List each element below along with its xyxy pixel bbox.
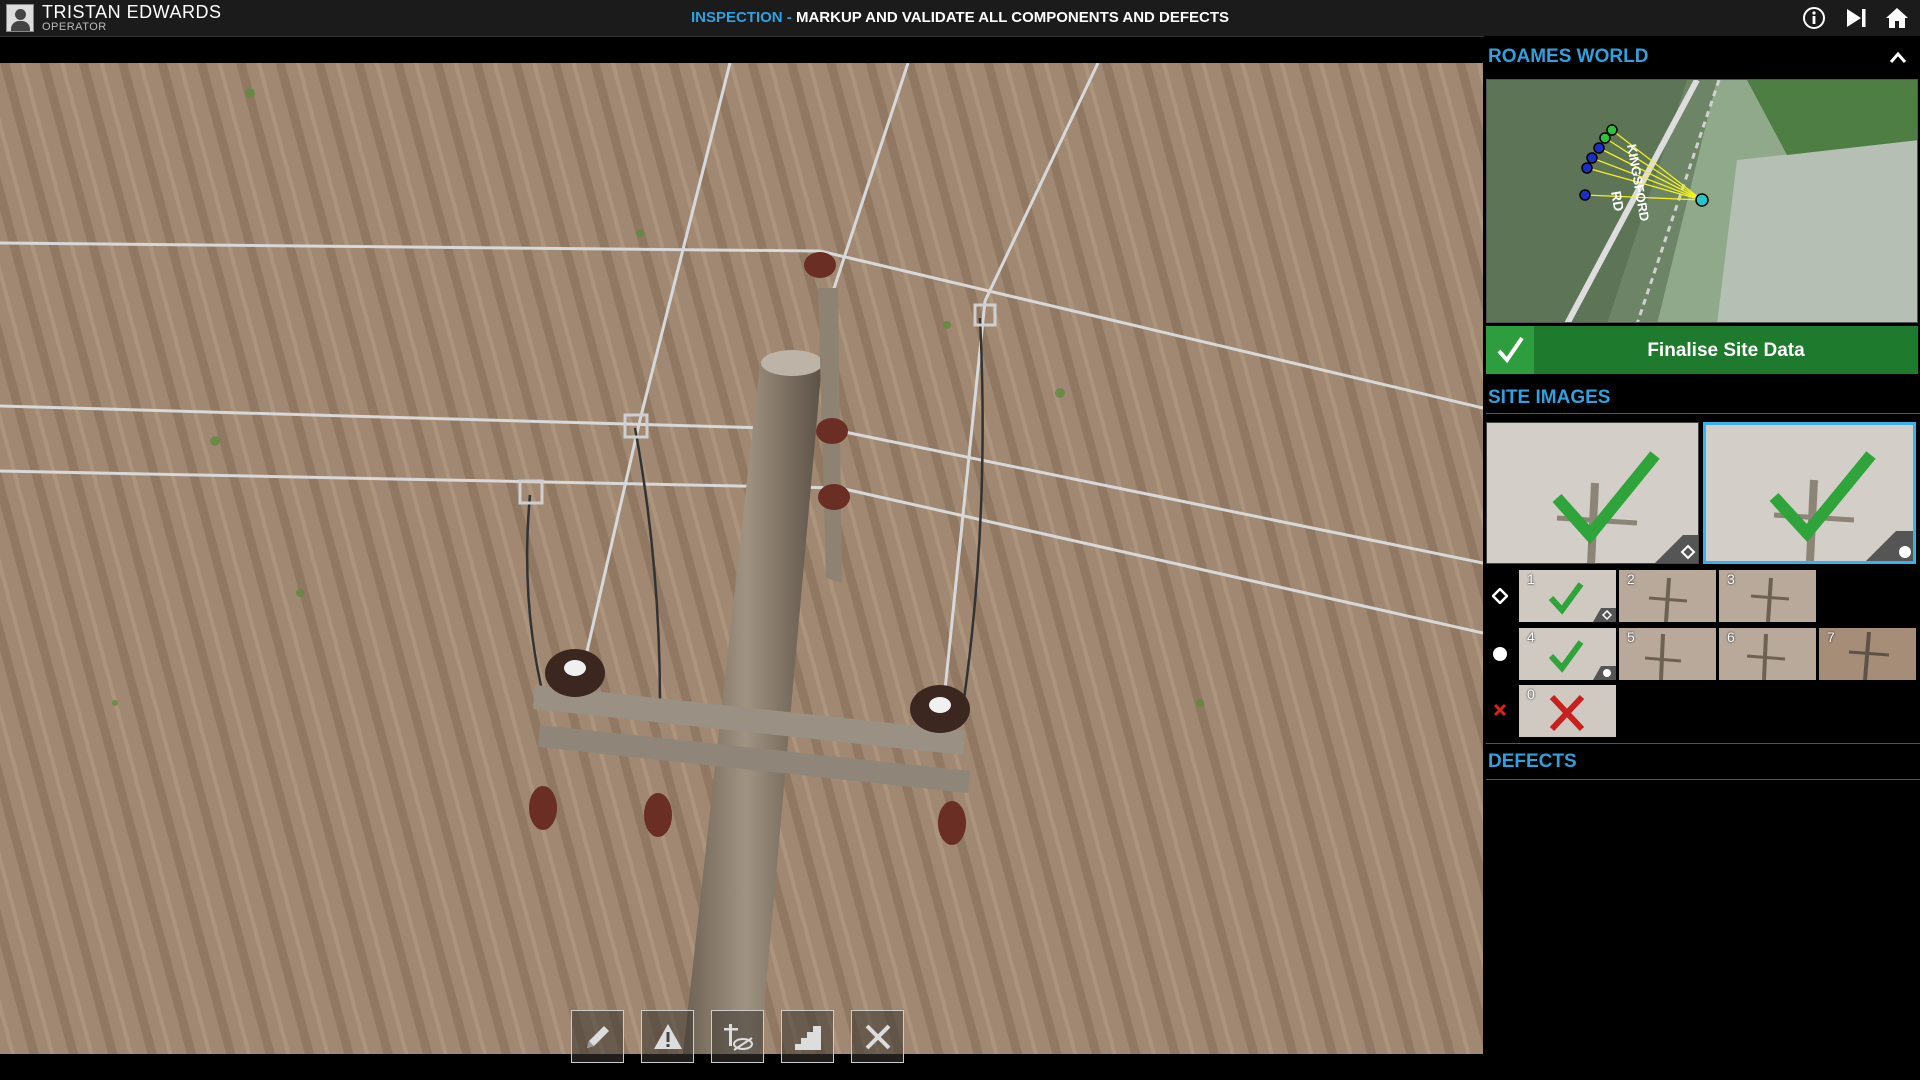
thumb-number: 0	[1527, 686, 1535, 702]
defect-tool-button[interactable]	[641, 1010, 694, 1063]
instruction-label: MARKUP AND VALIDATE ALL COMPONENTS AND D…	[795, 9, 1230, 26]
site-image-thumb-rejected[interactable]: 0	[1519, 685, 1616, 737]
roames-world-map[interactable]: KINGSFORD RD	[1486, 79, 1918, 323]
skip-next-icon[interactable]	[1843, 6, 1869, 30]
thumb-number: 1	[1527, 571, 1535, 587]
info-icon[interactable]	[1801, 6, 1827, 30]
home-icon[interactable]	[1884, 6, 1910, 30]
stairs-icon	[794, 1025, 821, 1050]
selected-image-diamond[interactable]	[1486, 422, 1699, 564]
finalise-site-data-button[interactable]: Finalise Site Data	[1486, 326, 1918, 374]
stairs-tool-button[interactable]	[781, 1010, 834, 1063]
diamond-marker-icon	[1491, 587, 1509, 605]
site-image-thumb[interactable]: 6	[1719, 628, 1816, 680]
defects-title: DEFECTS	[1488, 751, 1577, 772]
site-image-thumb[interactable]: 1	[1519, 570, 1616, 622]
site-image-thumb[interactable]: 2	[1619, 570, 1716, 622]
thumb-number: 2	[1627, 571, 1635, 587]
finalise-label: Finalise Site Data	[1647, 340, 1805, 361]
selected-image-circle[interactable]	[1703, 422, 1916, 564]
page-title: INSPECTION - MARKUP AND VALIDATE ALL COM…	[0, 9, 1920, 26]
inspection-image-viewer[interactable]	[0, 63, 1483, 1054]
warning-icon	[653, 1023, 682, 1049]
cross-marker-icon	[1492, 702, 1508, 718]
title-separator: -	[782, 9, 796, 26]
divider	[1486, 413, 1920, 414]
site-image-thumb[interactable]: 5	[1619, 628, 1716, 680]
hide-pole-tool-button[interactable]	[711, 1010, 764, 1063]
collapse-chevron-icon[interactable]	[1887, 48, 1909, 66]
site-image-thumb[interactable]: 4	[1519, 628, 1616, 680]
roames-world-title: ROAMES WORLD	[1488, 46, 1649, 67]
checkmark-icon	[1486, 326, 1534, 374]
mode-label: INSPECTION	[690, 9, 783, 26]
divider	[1486, 743, 1920, 744]
markup-toolbar	[571, 1010, 904, 1064]
close-icon	[865, 1024, 890, 1049]
close-tool-button[interactable]	[851, 1010, 904, 1063]
site-images-title: SITE IMAGES	[1488, 387, 1611, 408]
pole-hidden-icon	[723, 1023, 753, 1051]
pole-photo	[0, 63, 1483, 1054]
thumb-number: 7	[1827, 629, 1835, 645]
site-image-thumb[interactable]: 3	[1719, 570, 1816, 622]
thumb-number: 6	[1727, 629, 1735, 645]
thumb-number: 4	[1527, 629, 1535, 645]
thumb-number: 5	[1627, 629, 1635, 645]
circle-marker-icon	[1492, 646, 1508, 662]
pencil-icon	[586, 1025, 609, 1048]
divider	[1486, 779, 1920, 780]
pencil-tool-button[interactable]	[571, 1010, 624, 1063]
site-image-thumb[interactable]: 7	[1819, 628, 1916, 680]
top-bar: TRISTAN EDWARDS OPERATOR INSPECTION - MA…	[0, 0, 1920, 37]
thumb-number: 3	[1727, 571, 1735, 587]
